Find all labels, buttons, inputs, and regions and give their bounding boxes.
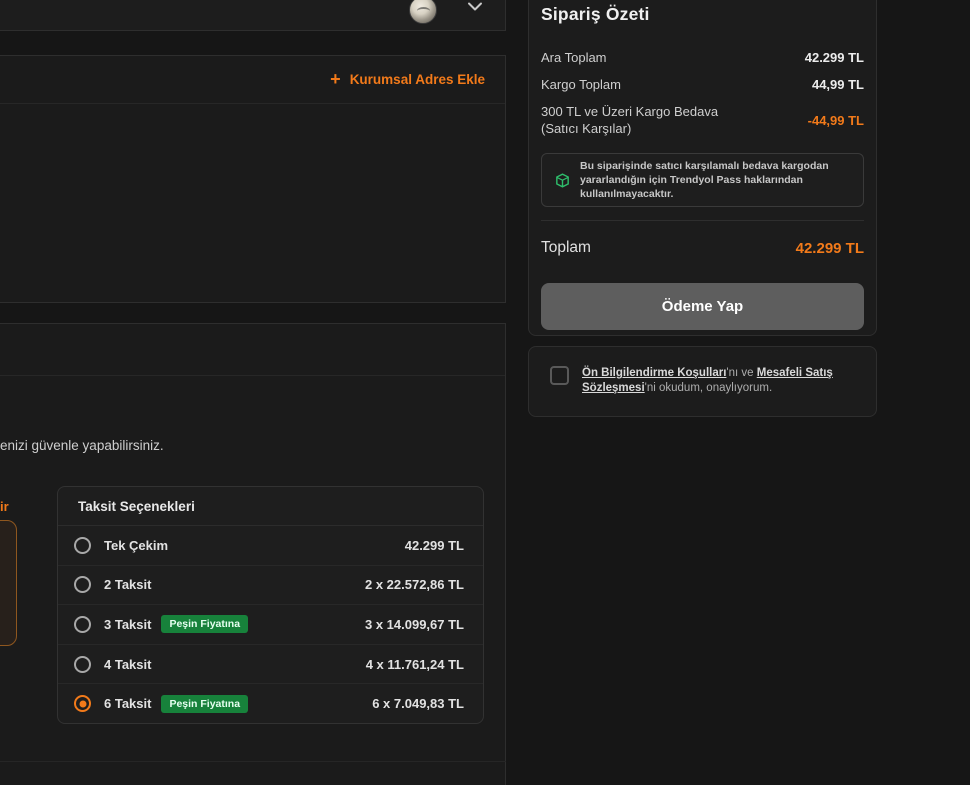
installment-option-row[interactable]: 2 Taksit 2 x 22.572,86 TL xyxy=(58,566,483,606)
installment-label: 6 Taksit xyxy=(104,696,151,711)
checkout-page: + Kurumsal Adres Ekle enizi güvenle yapa… xyxy=(0,0,970,785)
radio-icon[interactable] xyxy=(74,656,91,673)
payment-section-header xyxy=(0,324,505,376)
agreement-checkbox[interactable] xyxy=(550,366,569,385)
address-section: + Kurumsal Adres Ekle xyxy=(0,55,506,303)
installment-value: 4 x 11.761,24 TL xyxy=(366,657,464,672)
cash-price-badge: Peşin Fiyatına xyxy=(161,615,248,633)
secure-payment-text: enizi güvenle yapabilirsiniz. xyxy=(0,438,164,453)
installment-option-row[interactable]: 4 Taksit 4 x 11.761,24 TL xyxy=(58,645,483,685)
radio-icon[interactable] xyxy=(74,576,91,593)
summary-divider xyxy=(541,220,864,221)
summary-row-value: 42.299 TL xyxy=(805,50,864,65)
installment-label: 3 Taksit xyxy=(104,617,151,632)
agreement-box: Ön Bilgilendirme Koşulları'nı ve Mesafel… xyxy=(528,346,877,417)
pre-information-link[interactable]: Ön Bilgilendirme Koşulları xyxy=(582,367,726,379)
address-section-header: + Kurumsal Adres Ekle xyxy=(0,56,505,104)
installment-options-panel: Taksit Seçenekleri Tek Çekim 42.299 TL 2… xyxy=(57,486,484,724)
installment-label: 4 Taksit xyxy=(104,657,151,672)
selected-card-partial[interactable] xyxy=(0,520,17,646)
installment-value: 42.299 TL xyxy=(405,538,464,553)
order-summary-panel: Sipariş Özeti Ara Toplam 42.299 TL Kargo… xyxy=(528,0,877,336)
cash-price-badge: Peşin Fiyatına xyxy=(161,695,248,713)
summary-row: 300 TL ve Üzeri Kargo Bedava (Satıcı Kar… xyxy=(541,103,864,137)
user-avatar[interactable] xyxy=(409,0,437,24)
summary-row: Kargo Toplam 44,99 TL xyxy=(541,76,864,93)
installment-label: Tek Çekim xyxy=(104,538,168,553)
chevron-down-icon[interactable] xyxy=(467,1,483,13)
pay-button[interactable]: Ödeme Yap xyxy=(541,283,864,330)
add-corporate-address-label: Kurumsal Adres Ekle xyxy=(350,72,485,87)
add-corporate-address-button[interactable]: + Kurumsal Adres Ekle xyxy=(330,71,485,89)
installment-value: 6 x 7.049,83 TL xyxy=(372,696,464,711)
summary-row: Ara Toplam 42.299 TL xyxy=(541,49,864,66)
package-icon xyxy=(554,172,571,189)
agreement-text-mid2: 'ni okudum, onaylıyorum. xyxy=(645,382,772,394)
installment-option-row[interactable]: Tek Çekim 42.299 TL xyxy=(58,526,483,566)
payment-section: enizi güvenle yapabilirsiniz. ir Taksit … xyxy=(0,323,506,785)
installment-value: 2 x 22.572,86 TL xyxy=(365,577,464,592)
installment-option-row[interactable]: 6 Taksit Peşin Fiyatına 6 x 7.049,83 TL xyxy=(58,684,483,723)
plus-icon: + xyxy=(330,70,341,88)
total-value: 42.299 TL xyxy=(796,240,864,257)
summary-row-label: 300 TL ve Üzeri Kargo Bedava (Satıcı Kar… xyxy=(541,103,721,137)
radio-checked-icon[interactable] xyxy=(74,695,91,712)
agreement-text-mid1: 'nı ve xyxy=(726,367,756,379)
pass-note-text: Bu siparişinde satıcı karşılamalı bedava… xyxy=(580,159,851,201)
summary-row-value: 44,99 TL xyxy=(812,77,864,92)
trendyol-pass-note: Bu siparişinde satıcı karşılamalı bedava… xyxy=(541,153,864,207)
installment-option-row[interactable]: 3 Taksit Peşin Fiyatına 3 x 14.099,67 TL xyxy=(58,605,483,645)
total-row: Toplam 42.299 TL xyxy=(541,239,864,257)
section-divider xyxy=(0,761,506,762)
installment-value: 3 x 14.099,67 TL xyxy=(365,617,464,632)
installment-label: 2 Taksit xyxy=(104,577,151,592)
summary-row-label: Ara Toplam xyxy=(541,49,607,66)
radio-icon[interactable] xyxy=(74,537,91,554)
change-card-link-partial[interactable]: ir xyxy=(0,499,9,514)
total-label: Toplam xyxy=(541,239,591,257)
summary-row-value: -44,99 TL xyxy=(808,113,864,128)
radio-icon[interactable] xyxy=(74,616,91,633)
agreement-text: Ön Bilgilendirme Koşulları'nı ve Mesafel… xyxy=(582,366,838,416)
summary-row-label: Kargo Toplam xyxy=(541,76,621,93)
account-topbar xyxy=(0,0,506,31)
installment-options-title: Taksit Seçenekleri xyxy=(58,487,483,526)
order-summary-title: Sipariş Özeti xyxy=(541,4,864,25)
